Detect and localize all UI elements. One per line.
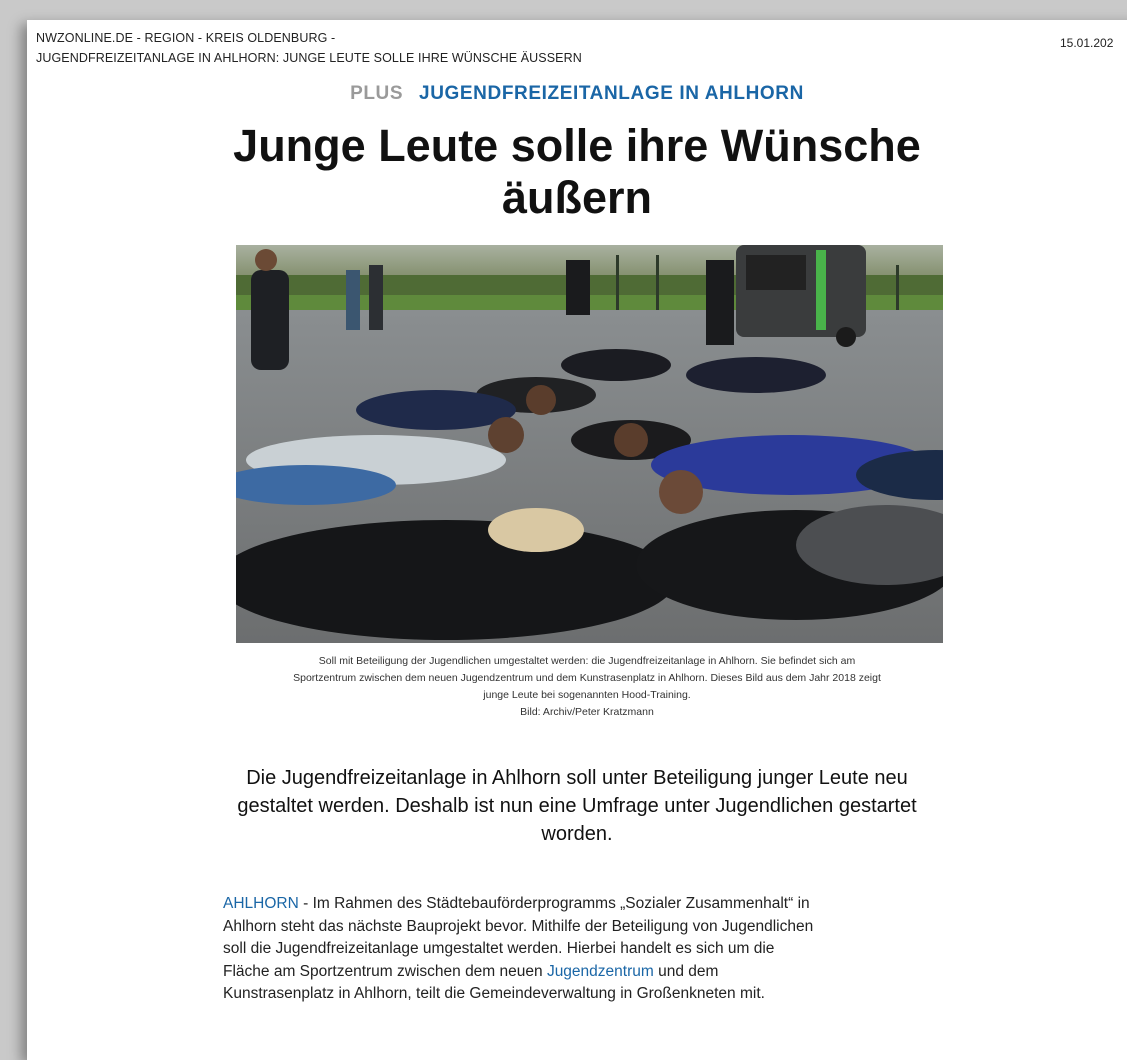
breadcrumb-line-2: JUGENDFREIZEITANLAGE IN AHLHORN: JUNGE L… (36, 51, 582, 65)
article-page: NWZONLINE.DE - REGION - KREIS OLDENBURG … (27, 20, 1127, 1060)
plus-badge: PLUS (350, 83, 404, 104)
dateline: AHLHORN (223, 895, 299, 912)
lead-line-2: gestaltet werden. Deshalb ist nun eine U… (237, 795, 917, 817)
headline-line-2: äußern (501, 172, 653, 223)
lead-line-3: worden. (541, 823, 613, 845)
print-date: 15.01.202 (1060, 36, 1114, 50)
article-body: AHLHORN - Im Rahmen des Städtebauförderp… (223, 893, 823, 1006)
article-photo (236, 245, 943, 643)
breadcrumb: NWZONLINE.DE - REGION - KREIS OLDENBURG … (36, 28, 582, 68)
kicker-topic-link[interactable]: JUGENDFREIZEITANLAGE IN AHLHORN (419, 83, 804, 104)
image-credit: Bild: Archiv/Peter Kratzmann (520, 706, 654, 718)
article-kicker: PLUS JUGENDFREIZEITANLAGE IN AHLHORN (27, 83, 1127, 105)
caption-line-1: Soll mit Beteiligung der Jugendlichen um… (318, 655, 856, 667)
caption-line-2: Sportzentrum zwischen dem neuen Jugendze… (293, 672, 881, 684)
photo-illustration (236, 245, 943, 643)
body-text-part-1: - Im Rahmen des Städtebauförderprogramms… (223, 895, 814, 980)
image-caption: Soll mit Beteiligung der Jugendlichen um… (147, 653, 1027, 721)
breadcrumb-line-1: NWZONLINE.DE - REGION - KREIS OLDENBURG … (36, 31, 336, 45)
headline-line-1: Junge Leute solle ihre Wünsche (233, 120, 921, 171)
article-lead: Die Jugendfreizeitanlage in Ahlhorn soll… (132, 764, 1022, 848)
caption-line-3: junge Leute bei sogenannten Hood-Trainin… (483, 689, 691, 701)
lead-line-1: Die Jugendfreizeitanlage in Ahlhorn soll… (246, 767, 908, 789)
page-title: Junge Leute solle ihre Wünsche äußern (177, 120, 977, 224)
jugendzentrum-link[interactable]: Jugendzentrum (547, 963, 654, 980)
